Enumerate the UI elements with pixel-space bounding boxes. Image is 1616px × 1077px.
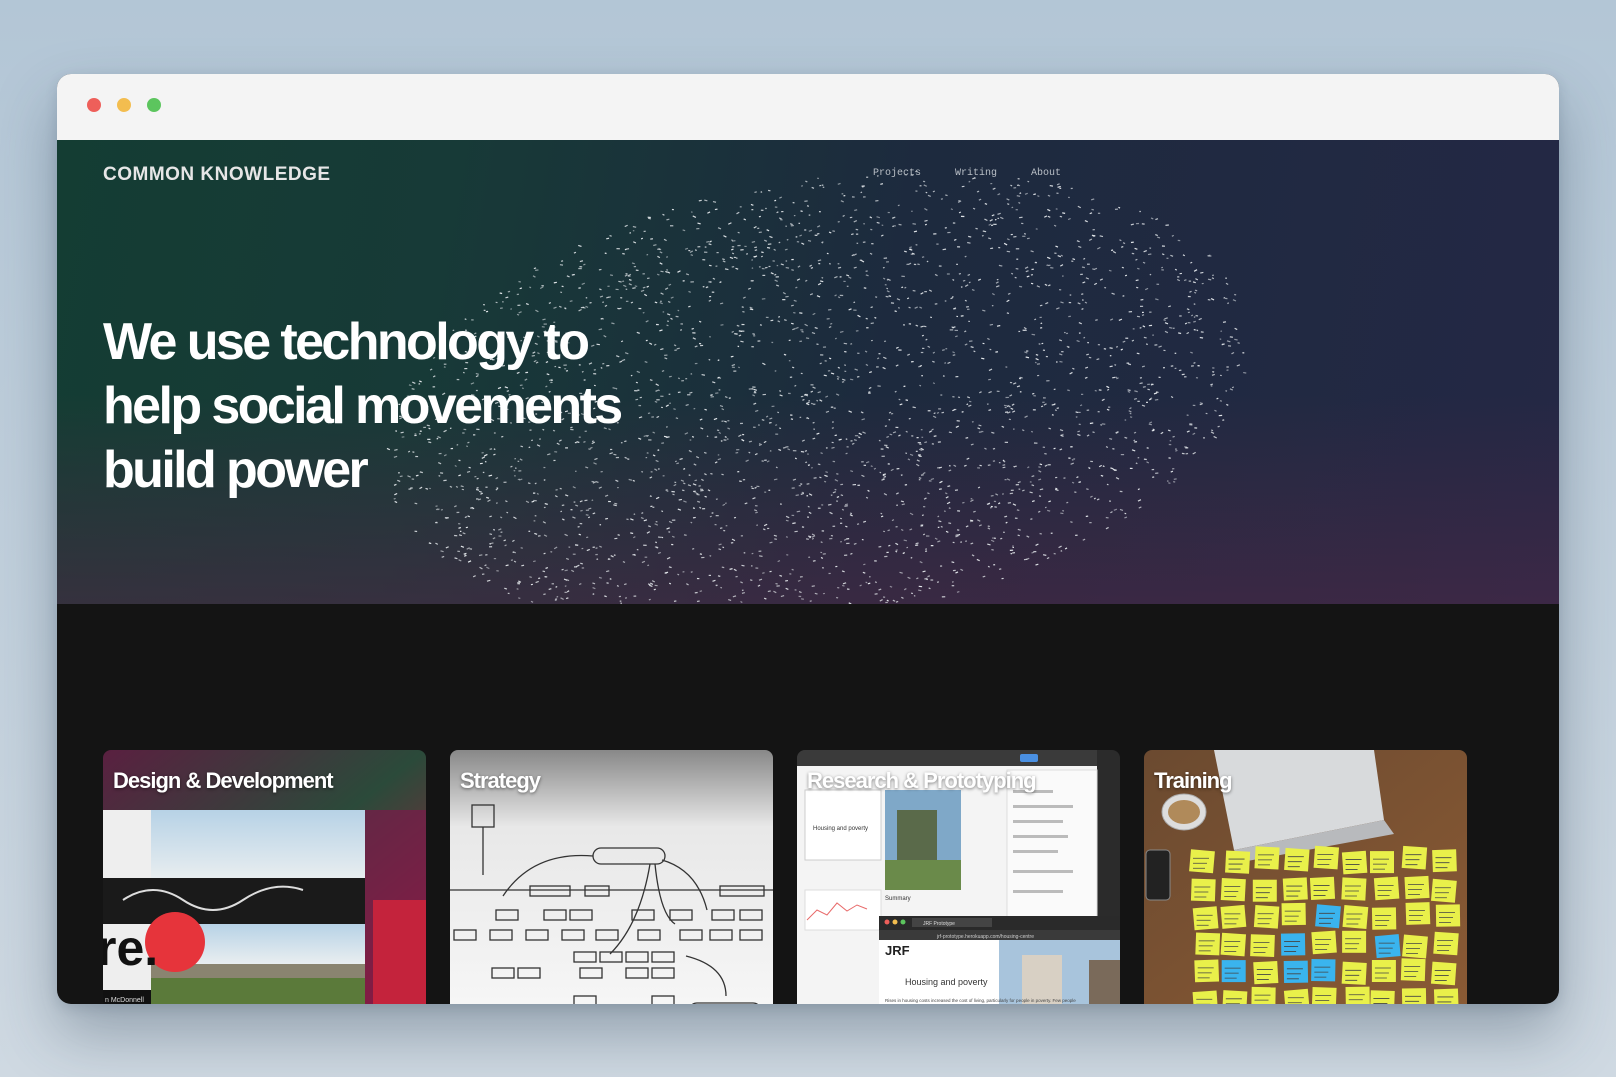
- maximize-window-button[interactable]: [147, 98, 161, 112]
- card-title-research-prototyping: Research & Prototyping: [807, 768, 1037, 793]
- card-training[interactable]: Training: [1144, 750, 1467, 1004]
- research-doc-title: Housing and poverty: [813, 826, 868, 832]
- research-jrf: JRF: [885, 943, 910, 958]
- card-research-prototyping[interactable]: Housing and poverty Summary JRF Prototyp…: [797, 750, 1120, 1004]
- research-url: jrf-prototype.herokuapp.com/housing-cent…: [936, 934, 1034, 940]
- site-logo[interactable]: COMMON KNOWLEDGE: [103, 164, 331, 186]
- card-title-training: Training: [1154, 768, 1233, 793]
- nav-writing[interactable]: Writing: [955, 168, 997, 179]
- card-design-development[interactable]: re. n McDonnell Design & Development: [103, 750, 426, 1004]
- card-title-design-development: Design & Development: [113, 768, 334, 793]
- main-nav: Projects Writing About: [873, 168, 1061, 179]
- browser-titlebar: [57, 74, 1559, 141]
- research-body: Rises in housing costs increased the cos…: [885, 998, 1076, 1003]
- research-tab: JRF Prototype: [923, 921, 955, 927]
- browser-window: COMMON KNOWLEDGE Projects Writing About …: [57, 74, 1559, 1004]
- nav-projects[interactable]: Projects: [873, 168, 921, 179]
- design-caption: n McDonnell: [105, 997, 144, 1004]
- hero-section: COMMON KNOWLEDGE Projects Writing About …: [57, 140, 1559, 604]
- research-housing-title: Housing and poverty: [905, 977, 988, 987]
- minimize-window-button[interactable]: [117, 98, 131, 112]
- nav-about[interactable]: About: [1031, 168, 1061, 179]
- design-logo-text: re.: [103, 920, 158, 976]
- card-title-strategy: Strategy: [460, 768, 541, 793]
- hero-headline: We use technology to help social movemen…: [103, 313, 623, 499]
- research-summary: Summary: [885, 896, 911, 902]
- close-window-button[interactable]: [87, 98, 101, 112]
- card-strategy[interactable]: Strategy: [450, 750, 773, 1004]
